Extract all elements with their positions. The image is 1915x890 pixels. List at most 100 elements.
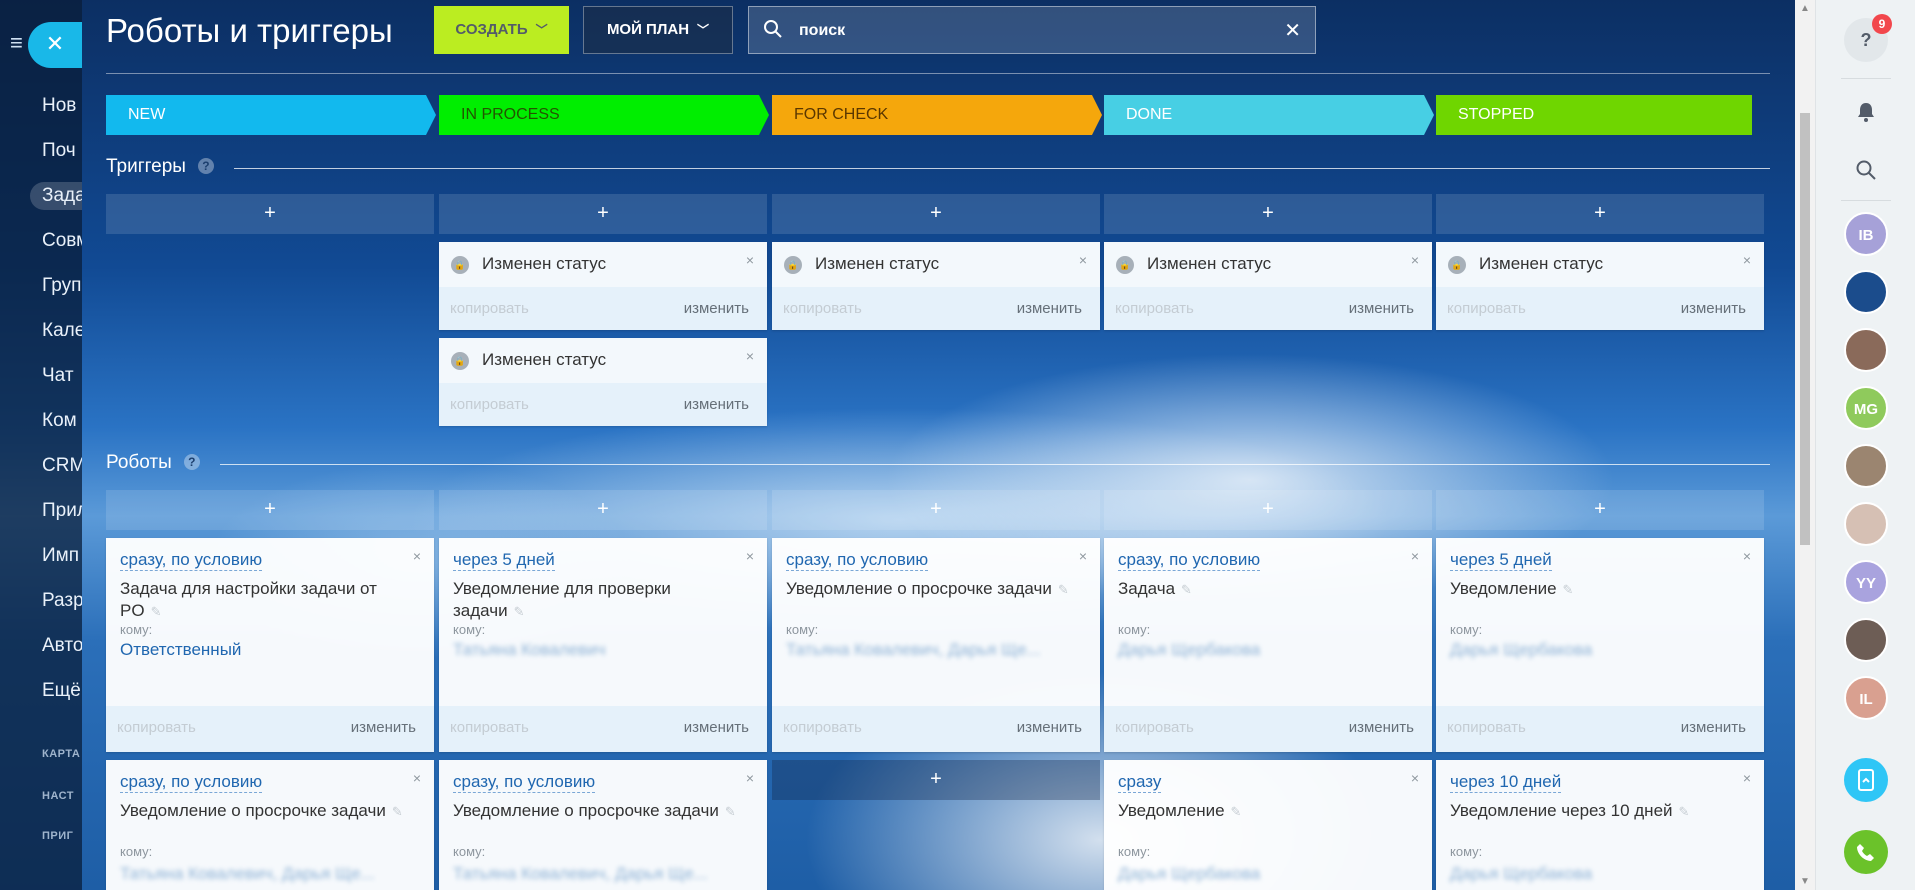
help-question-icon[interactable]: ? 9 [1844,14,1892,62]
left-menu-item[interactable]: Зада [30,182,82,210]
phone-icon[interactable] [1844,830,1888,874]
close-icon[interactable]: × [1411,548,1419,564]
pencil-icon[interactable]: ✎ [1181,582,1192,597]
add-robot-button[interactable]: + [1436,490,1764,530]
edit-button[interactable]: изменить [684,300,749,317]
left-menu-item[interactable]: Прил [42,500,82,522]
left-menu-item[interactable]: Кале [42,320,82,342]
user-avatar[interactable] [1844,618,1888,662]
add-trigger-button[interactable]: + [772,194,1100,234]
left-menu-section[interactable]: КАРТА [42,748,80,760]
stage-done[interactable]: DONE [1104,95,1434,135]
edit-button[interactable]: изменить [1681,719,1746,736]
edit-button[interactable]: изменить [684,396,749,413]
bell-icon[interactable] [1844,90,1888,134]
add-robot-button[interactable]: + [772,760,1100,800]
left-menu-item[interactable]: Груп [42,275,81,297]
my-plan-button[interactable]: МОЙ ПЛАН ﹀ [583,6,733,54]
close-icon[interactable]: × [746,348,754,364]
copy-button[interactable]: копировать [783,719,862,736]
close-icon[interactable]: × [1743,252,1751,268]
add-trigger-button[interactable]: + [1104,194,1432,234]
robot-delay-link[interactable]: через 5 дней [453,550,555,571]
edit-button[interactable]: изменить [1017,719,1082,736]
help-icon[interactable]: ? [183,454,200,470]
left-menu-item[interactable]: Совм [42,230,82,252]
left-menu-item[interactable]: CRM [42,455,82,477]
add-trigger-button[interactable]: + [1436,194,1764,234]
close-icon[interactable]: × [1079,548,1087,564]
pencil-icon[interactable]: ✎ [1231,804,1242,819]
left-menu-item[interactable]: Разр [42,590,82,612]
create-button[interactable]: СОЗДАТЬ ﹀ [434,6,569,54]
robot-delay-link[interactable]: сразу, по условию [786,550,929,571]
add-robot-button[interactable]: + [439,490,767,530]
edit-button[interactable]: изменить [1349,719,1414,736]
menu-burger-icon[interactable]: ≡ [10,32,28,54]
left-menu-item[interactable]: Ещё [42,680,81,702]
scroll-down-icon[interactable]: ▼ [1800,876,1810,887]
stage-for-check[interactable]: FOR CHECK [772,95,1102,135]
copy-button[interactable]: копировать [1115,719,1194,736]
pencil-icon[interactable]: ✎ [1563,582,1574,597]
copy-button[interactable]: копировать [1447,719,1526,736]
robot-delay-link[interactable]: сразу, по условию [120,550,263,571]
stage-stopped[interactable]: STOPPED [1436,95,1752,135]
left-menu-section[interactable]: НАСТ [42,790,74,802]
robot-delay-link[interactable]: сразу, по условию [120,772,263,793]
copy-button[interactable]: копировать [450,719,529,736]
user-avatar[interactable] [1844,328,1888,372]
close-icon[interactable]: × [746,548,754,564]
edit-button[interactable]: изменить [1349,300,1414,317]
robot-delay-link[interactable]: через 10 дней [1450,772,1562,793]
close-icon[interactable]: × [1743,548,1751,564]
pencil-icon[interactable]: ✎ [151,604,162,619]
add-robot-button[interactable]: + [772,490,1100,530]
add-trigger-button[interactable]: + [106,194,434,234]
close-slider-icon[interactable]: ✕ [28,22,82,68]
copy-button[interactable]: копировать [450,396,529,413]
pencil-icon[interactable]: ✎ [1058,582,1069,597]
left-menu-item[interactable]: Ком [42,410,77,432]
copy-button[interactable]: копировать [783,300,862,317]
user-avatar[interactable]: YY [1844,560,1888,604]
close-icon[interactable]: × [413,770,421,786]
scroll-up-icon[interactable]: ▲ [1800,3,1810,14]
help-icon[interactable]: ? [197,158,214,174]
copy-button[interactable]: копировать [1115,300,1194,317]
user-avatar[interactable] [1844,270,1888,314]
robot-delay-link[interactable]: сразу, по условию [453,772,596,793]
user-avatar[interactable]: MG [1844,386,1888,430]
copy-button[interactable]: копировать [117,719,196,736]
user-avatar[interactable]: IL [1844,676,1888,720]
user-avatar[interactable]: IB [1844,212,1888,256]
close-icon[interactable]: × [1743,770,1751,786]
edit-button[interactable]: изменить [684,719,749,736]
search-input[interactable] [799,17,1259,45]
left-menu-item[interactable]: Поч [42,140,76,162]
robot-delay-link[interactable]: сразу, по условию [1118,550,1261,571]
close-icon[interactable]: × [746,252,754,268]
add-trigger-button[interactable]: + [439,194,767,234]
user-avatar[interactable] [1844,502,1888,546]
add-robot-button[interactable]: + [106,490,434,530]
search-icon[interactable] [1844,148,1888,192]
left-menu-item[interactable]: Имп [42,545,79,567]
recipient-value[interactable]: Ответственный [120,640,241,660]
page-scrollbar[interactable]: ▲ ▼ [1795,0,1815,890]
close-icon[interactable]: × [413,548,421,564]
clear-search-icon[interactable]: ✕ [1284,18,1301,43]
stage-in-process[interactable]: IN PROCESS [439,95,769,135]
stage-new[interactable]: NEW [106,95,436,135]
copy-button[interactable]: копировать [1447,300,1526,317]
edit-button[interactable]: изменить [351,719,416,736]
pencil-icon[interactable]: ✎ [392,804,403,819]
user-avatar[interactable] [1844,444,1888,488]
close-icon[interactable]: × [1411,770,1419,786]
edit-button[interactable]: изменить [1017,300,1082,317]
close-icon[interactable]: × [1411,252,1419,268]
add-robot-button[interactable]: + [1104,490,1432,530]
left-menu-item[interactable]: Нов [42,95,76,117]
left-menu-item[interactable]: Чат [42,365,74,387]
edit-button[interactable]: изменить [1681,300,1746,317]
